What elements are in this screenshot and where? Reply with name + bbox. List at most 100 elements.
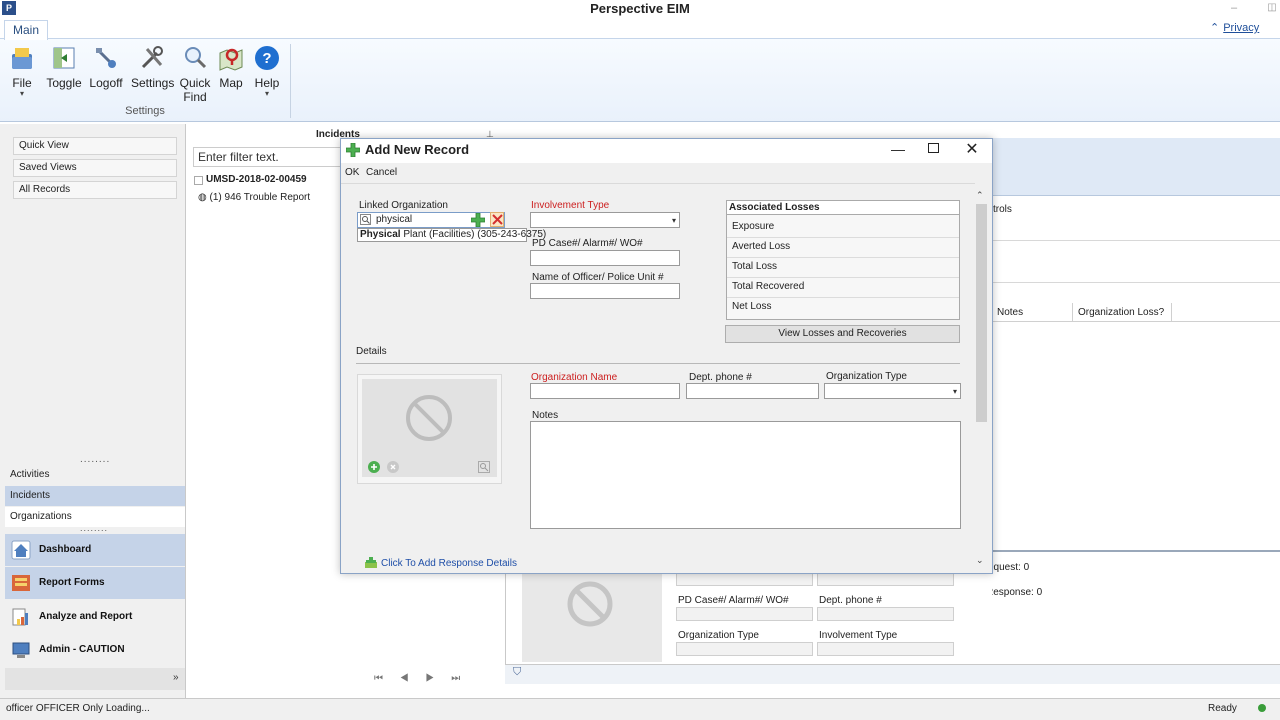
cancel-button[interactable]: Cancel	[366, 167, 397, 178]
file-label: File	[12, 76, 32, 90]
response-count: Response: 0	[986, 587, 1043, 598]
report-forms-label: Report Forms	[39, 577, 105, 588]
first-record-icon[interactable]: ⏮	[374, 673, 383, 684]
last-record-icon[interactable]: ⏭	[451, 673, 460, 684]
involvement-type-label: Involvement Type	[531, 200, 610, 211]
status-ready: Ready	[1208, 703, 1237, 714]
lookup-icon[interactable]	[360, 214, 371, 225]
logoff-button[interactable]: Logoff	[88, 44, 124, 104]
chevron-double-right-icon[interactable]: »	[173, 672, 179, 683]
settings-label: Settings	[131, 76, 175, 90]
column-header-notes[interactable]: Notes	[993, 303, 1073, 322]
home-icon	[11, 540, 31, 560]
analyze-label: Analyze and Report	[39, 611, 133, 622]
add-org-icon[interactable]	[470, 212, 486, 228]
maximize-icon[interactable]: ◫	[1265, 2, 1279, 16]
loss-row-recovered[interactable]: Total Recovered	[727, 278, 959, 298]
nav-overflow-bar[interactable]	[5, 668, 185, 690]
suggestion-rest: Plant (Facilities) (305-243-6375)	[400, 229, 547, 240]
pd-case-input[interactable]	[530, 250, 680, 266]
privacy-link[interactable]: ⌃ Privacy	[1210, 21, 1259, 34]
controls-tab[interactable]: trols	[993, 204, 1012, 215]
logoff-label: Logoff	[89, 76, 123, 90]
expand-icon[interactable]	[194, 176, 203, 185]
view-losses-button[interactable]: View Losses and Recoveries	[725, 325, 960, 343]
lower-field	[676, 572, 813, 586]
linked-org-value: physical	[376, 214, 413, 225]
lower-toolbar	[505, 664, 1280, 684]
suggestion-match: Physical	[360, 229, 401, 240]
dept-phone-input[interactable]	[686, 383, 819, 399]
org-type-label: Organization Type	[826, 371, 907, 382]
splitter-handle[interactable]: ........	[80, 454, 110, 465]
clear-org-icon[interactable]	[490, 212, 504, 227]
map-icon	[217, 44, 245, 72]
lower-label-pd-case: PD Case#/ Alarm#/ WO#	[678, 595, 789, 606]
help-icon: ?	[253, 44, 281, 72]
lower-field	[817, 642, 954, 656]
remove-photo-icon[interactable]	[387, 461, 399, 473]
scroll-up-icon[interactable]: ⌃	[976, 190, 984, 201]
detail-header	[992, 138, 1280, 196]
detail-area	[503, 124, 1280, 139]
toggle-button[interactable]: Toggle	[44, 44, 84, 104]
divider	[993, 282, 1280, 283]
dialog-minimize-icon[interactable]: —	[890, 141, 906, 157]
record-desc-text: (1) 946 Trouble Report	[209, 192, 311, 203]
minimize-icon[interactable]: –	[1227, 2, 1241, 16]
record-description[interactable]: ◍ (1) 946 Trouble Report	[198, 192, 310, 203]
loss-row-averted[interactable]: Averted Loss	[727, 238, 959, 258]
next-record-icon[interactable]: ▶	[425, 673, 434, 684]
add-photo-icon[interactable]	[368, 461, 380, 473]
shield-icon[interactable]: ⛉	[513, 666, 521, 679]
org-type-select[interactable]: ▾	[824, 383, 961, 399]
chevron-down-icon: ▾	[264, 89, 269, 98]
lower-field	[817, 572, 954, 586]
privacy-text: Privacy	[1223, 22, 1260, 34]
app-title: Perspective EIM	[590, 1, 690, 16]
ok-button[interactable]: OK	[345, 167, 359, 178]
saved-views-button[interactable]: Saved Views	[13, 159, 177, 177]
all-records-button[interactable]: All Records	[13, 181, 177, 199]
file-button[interactable]: File ▾	[7, 44, 37, 104]
record-navigator[interactable]: ⏮ ◀ ▶ ⏭	[374, 673, 460, 684]
loss-row-exposure[interactable]: Exposure	[727, 218, 959, 238]
tab-main[interactable]: Main	[4, 20, 48, 40]
officer-input[interactable]	[530, 283, 680, 299]
record-id[interactable]: UMSD-2018-02-00459	[206, 174, 307, 185]
autocomplete-suggestion[interactable]: Physical Plant (Facilities) (305-243-637…	[357, 228, 546, 242]
nav-item-activities[interactable]: Activities	[5, 465, 185, 485]
notes-textarea[interactable]	[530, 421, 961, 529]
dialog-title: Add New Record	[365, 142, 470, 157]
help-button[interactable]: ? Help ▾	[253, 44, 281, 104]
scroll-down-icon[interactable]: ⌄	[976, 555, 984, 566]
org-name-input[interactable]	[530, 383, 680, 399]
loss-row-net[interactable]: Net Loss	[727, 298, 959, 318]
prev-record-icon[interactable]: ◀	[400, 673, 409, 684]
photo-placeholder	[522, 572, 662, 662]
zoom-icon[interactable]	[478, 461, 490, 473]
column-header-org-loss[interactable]: Organization Loss?	[1074, 303, 1172, 322]
loss-row-total[interactable]: Total Loss	[727, 258, 959, 278]
associated-losses-header: Associated Losses	[727, 201, 959, 215]
nav-item-incidents[interactable]: Incidents	[5, 486, 185, 506]
dialog-maximize-icon[interactable]	[928, 143, 939, 153]
involvement-type-select[interactable]: ▾	[530, 212, 680, 228]
quick-view-button[interactable]: Quick View	[13, 137, 177, 155]
filter-input[interactable]: Enter filter text.	[193, 147, 343, 167]
analyze-icon	[11, 607, 31, 627]
scrollbar-thumb[interactable]	[976, 204, 987, 422]
settings-button[interactable]: Settings	[131, 44, 175, 104]
splitter-handle[interactable]: ........	[80, 523, 108, 533]
add-response-link[interactable]: Click To Add Response Details	[365, 557, 517, 569]
nav-module-report-forms[interactable]: Report Forms	[5, 567, 185, 599]
nav-module-dashboard[interactable]: Dashboard	[5, 534, 185, 566]
dialog-close-icon[interactable]: ✕	[964, 139, 980, 159]
no-image-icon	[405, 394, 453, 442]
splitter[interactable]	[993, 550, 1280, 552]
map-button[interactable]: Map	[216, 44, 246, 104]
nav-module-analyze-report[interactable]: Analyze and Report	[5, 601, 185, 633]
nav-module-admin[interactable]: Admin - CAUTION	[5, 634, 185, 666]
quick-find-button[interactable]: Quick Find	[179, 44, 211, 104]
toggle-icon	[50, 44, 78, 72]
